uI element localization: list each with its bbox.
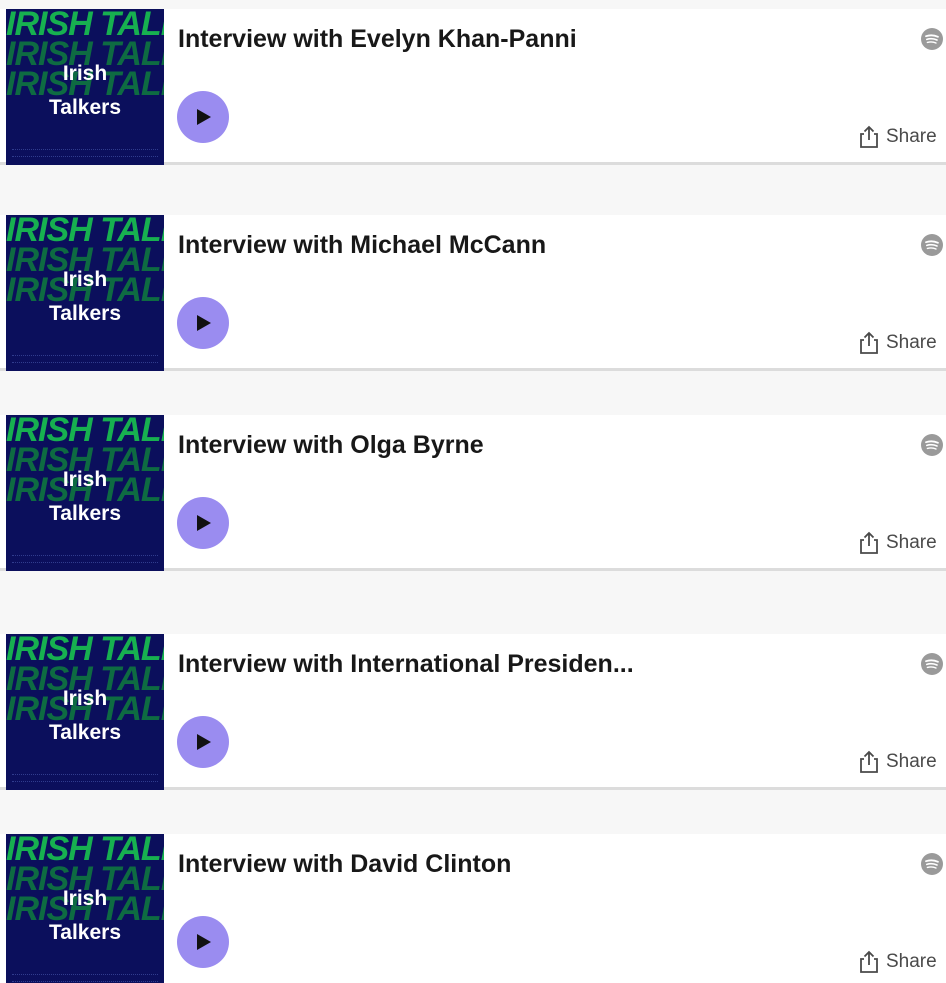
cover-fine-print (12, 774, 158, 782)
episode-feed: IRISH TALKERS IRISH TALKERS IRISH TALKER… (0, 0, 946, 983)
play-icon (197, 734, 211, 750)
episode-title[interactable]: Interview with Michael McCann (178, 231, 546, 260)
cover-fine-print (12, 355, 158, 363)
share-label: Share (886, 126, 937, 147)
cover-title: Irish Talkers (49, 887, 121, 944)
share-icon (860, 531, 878, 554)
share-label: Share (886, 332, 937, 353)
play-button[interactable] (177, 916, 229, 968)
play-button[interactable] (177, 91, 229, 143)
share-button[interactable]: Share (858, 528, 937, 558)
episode-card[interactable]: IRISH TALKERS IRISH TALKERS IRISH TALKER… (0, 9, 946, 165)
episode-card[interactable]: IRISH TALKERS IRISH TALKERS IRISH TALKER… (0, 634, 946, 790)
share-icon (860, 331, 878, 354)
episode-card[interactable]: IRISH TALKERS IRISH TALKERS IRISH TALKER… (0, 415, 946, 571)
episode-card[interactable]: IRISH TALKERS IRISH TALKERS IRISH TALKER… (0, 834, 946, 983)
cover-title: Irish Talkers (49, 687, 121, 744)
podcast-cover-art[interactable]: IRISH TALKERS IRISH TALKERS IRISH TALKER… (6, 834, 164, 983)
podcast-cover-art[interactable]: IRISH TALKERS IRISH TALKERS IRISH TALKER… (6, 415, 164, 571)
spotify-icon[interactable] (920, 652, 944, 676)
cover-fine-print (12, 974, 158, 982)
share-icon (860, 950, 878, 973)
cover-title: Irish Talkers (49, 468, 121, 525)
episode-title[interactable]: Interview with Olga Byrne (178, 431, 484, 460)
play-icon (197, 109, 211, 125)
play-icon (197, 515, 211, 531)
spotify-icon[interactable] (920, 852, 944, 876)
share-icon (860, 125, 878, 148)
spotify-icon[interactable] (920, 233, 944, 257)
episode-title[interactable]: Interview with David Clinton (178, 850, 511, 879)
podcast-cover-art[interactable]: IRISH TALKERS IRISH TALKERS IRISH TALKER… (6, 215, 164, 371)
play-button[interactable] (177, 297, 229, 349)
cover-fine-print (12, 555, 158, 563)
play-icon (197, 934, 211, 950)
episode-title[interactable]: Interview with Evelyn Khan-Panni (178, 25, 577, 54)
cover-title: Irish Talkers (49, 268, 121, 325)
share-icon (860, 750, 878, 773)
podcast-cover-art[interactable]: IRISH TALKERS IRISH TALKERS IRISH TALKER… (6, 9, 164, 165)
episode-card[interactable]: IRISH TALKERS IRISH TALKERS IRISH TALKER… (0, 215, 946, 371)
cover-title: Irish Talkers (49, 62, 121, 119)
play-icon (197, 315, 211, 331)
spotify-icon[interactable] (920, 433, 944, 457)
share-label: Share (886, 951, 937, 972)
share-label: Share (886, 751, 937, 772)
podcast-cover-art[interactable]: IRISH TALKERS IRISH TALKERS IRISH TALKER… (6, 634, 164, 790)
share-button[interactable]: Share (858, 747, 937, 777)
episode-title[interactable]: Interview with International Presiden... (178, 650, 634, 679)
cover-fine-print (12, 149, 158, 157)
share-label: Share (886, 532, 937, 553)
play-button[interactable] (177, 497, 229, 549)
share-button[interactable]: Share (858, 328, 937, 358)
play-button[interactable] (177, 716, 229, 768)
spotify-icon[interactable] (920, 27, 944, 51)
share-button[interactable]: Share (858, 122, 937, 152)
share-button[interactable]: Share (858, 947, 937, 977)
